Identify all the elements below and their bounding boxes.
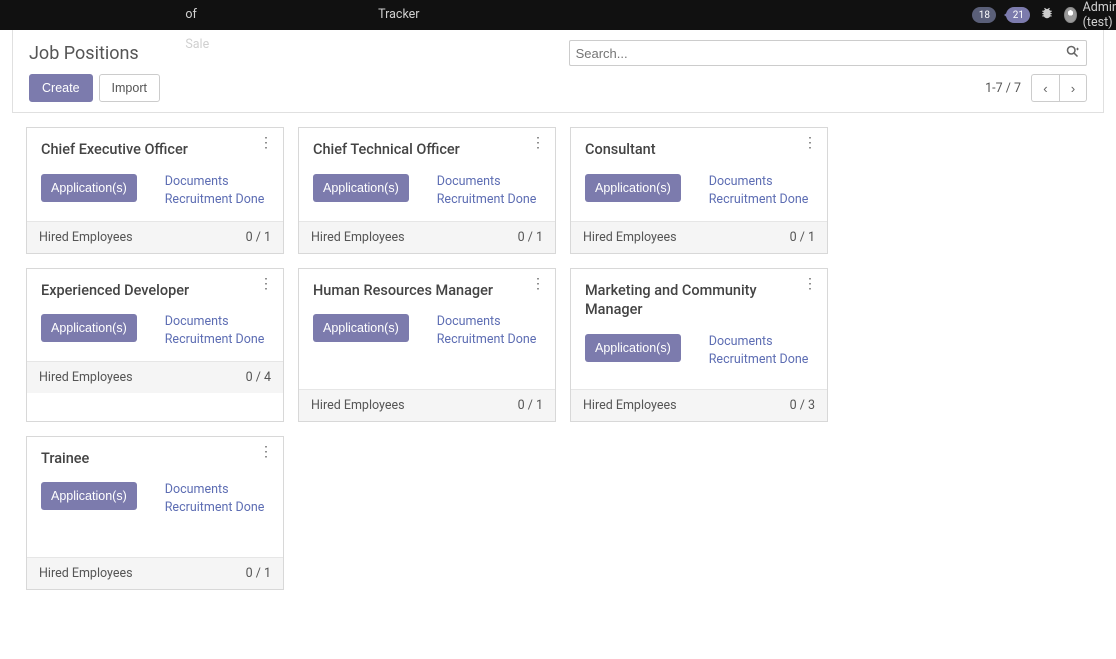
job-title: Human Resources Manager xyxy=(313,281,541,301)
documents-link[interactable]: Documents xyxy=(165,482,265,497)
chevron-left-icon: ‹ xyxy=(1043,81,1047,96)
recruitment-done-link[interactable]: Recruitment Done xyxy=(709,352,809,367)
card-more-icon[interactable]: ⋮ xyxy=(259,445,273,459)
topnav-right: 18 21 Administrator (test) xyxy=(972,0,1116,30)
card-more-icon[interactable]: ⋮ xyxy=(531,136,545,150)
job-card[interactable]: ⋮ Experienced Developer Application(s) D… xyxy=(26,268,284,422)
user-name-label: Administrator (test) xyxy=(1083,0,1116,30)
hired-employees-label: Hired Employees xyxy=(583,230,677,245)
search-input[interactable] xyxy=(576,46,1059,61)
recruitment-done-link[interactable]: Recruitment Done xyxy=(437,332,537,347)
hired-employees-count: 0 / 1 xyxy=(790,230,815,245)
applications-button[interactable]: Application(s) xyxy=(313,314,409,342)
documents-link[interactable]: Documents xyxy=(437,174,537,189)
card-more-icon[interactable]: ⋮ xyxy=(259,136,273,150)
search-icon[interactable] xyxy=(1059,44,1080,63)
hired-employees-label: Hired Employees xyxy=(39,566,133,581)
avatar-icon xyxy=(1064,7,1076,23)
nav-item-linktracker[interactable]: Link Tracker xyxy=(369,0,428,60)
recruitment-done-link[interactable]: Recruitment Done xyxy=(437,192,537,207)
recruitment-done-link[interactable]: Recruitment Done xyxy=(165,192,265,207)
hired-employees-label: Hired Employees xyxy=(39,230,133,245)
job-title: Marketing and Community Manager xyxy=(585,281,813,320)
nav-item-pos[interactable]: Point of Sale xyxy=(176,0,223,60)
card-more-icon[interactable]: ⋮ xyxy=(803,277,817,291)
nav-item-purchases[interactable]: Purchases xyxy=(223,0,300,60)
page-title: Job Positions xyxy=(29,43,139,64)
pager-prev-button[interactable]: ‹ xyxy=(1031,74,1059,102)
job-title: Trainee xyxy=(41,449,269,469)
hired-employees-count: 0 / 1 xyxy=(518,230,543,245)
job-card[interactable]: ⋮ Chief Technical Officer Application(s)… xyxy=(298,127,556,254)
user-menu[interactable]: Administrator (test) xyxy=(1064,0,1116,30)
documents-link[interactable]: Documents xyxy=(709,174,809,189)
recruitment-done-link[interactable]: Recruitment Done xyxy=(165,332,265,347)
hired-employees-label: Hired Employees xyxy=(583,398,677,413)
job-card[interactable]: ⋮ Human Resources Manager Application(s)… xyxy=(298,268,556,422)
job-title: Experienced Developer xyxy=(41,281,269,301)
notification-badge[interactable]: 18 xyxy=(972,7,996,23)
hired-employees-count: 0 / 4 xyxy=(246,370,271,385)
kanban-board: ⋮ Chief Executive Officer Application(s)… xyxy=(12,113,1104,604)
job-card[interactable]: ⋮ Consultant Application(s) Documents Re… xyxy=(570,127,828,254)
job-title: Chief Technical Officer xyxy=(313,140,541,160)
bug-icon[interactable] xyxy=(1040,6,1054,24)
job-card[interactable]: ⋮ Marketing and Community Manager Applic… xyxy=(570,268,828,422)
documents-link[interactable]: Documents xyxy=(165,174,265,189)
card-more-icon[interactable]: ⋮ xyxy=(531,277,545,291)
recruitment-done-link[interactable]: Recruitment Done xyxy=(165,500,265,515)
chat-badge[interactable]: 21 xyxy=(1006,7,1030,23)
pager-text: 1-7 / 7 xyxy=(985,81,1021,96)
applications-button[interactable]: Application(s) xyxy=(585,334,681,362)
job-title: Chief Executive Officer xyxy=(41,140,269,160)
import-button[interactable]: Import xyxy=(99,74,160,102)
documents-link[interactable]: Documents xyxy=(709,334,809,349)
nav-item-manufacturing[interactable]: Manufacturing xyxy=(429,0,528,60)
recruitment-done-link[interactable]: Recruitment Done xyxy=(709,192,809,207)
pager-next-button[interactable]: › xyxy=(1059,74,1087,102)
hired-employees-label: Hired Employees xyxy=(311,230,405,245)
card-more-icon[interactable]: ⋮ xyxy=(803,136,817,150)
hired-employees-count: 0 / 1 xyxy=(246,566,271,581)
applications-button[interactable]: Application(s) xyxy=(585,174,681,202)
applications-button[interactable]: Application(s) xyxy=(41,314,137,342)
hired-employees-count: 0 / 3 xyxy=(790,398,815,413)
applications-button[interactable]: Application(s) xyxy=(313,174,409,202)
hired-employees-label: Hired Employees xyxy=(311,398,405,413)
create-button[interactable]: Create xyxy=(29,74,93,102)
documents-link[interactable]: Documents xyxy=(165,314,265,329)
nav-item-inventory[interactable]: Inventory xyxy=(300,0,369,60)
search-box[interactable] xyxy=(569,40,1087,66)
hired-employees-label: Hired Employees xyxy=(39,370,133,385)
job-title: Consultant xyxy=(585,140,813,160)
chevron-right-icon: › xyxy=(1071,81,1075,96)
nav-item-first-letter[interactable]: s xyxy=(8,0,20,60)
applications-button[interactable]: Application(s) xyxy=(41,482,137,510)
hired-employees-count: 0 / 1 xyxy=(246,230,271,245)
job-card[interactable]: ⋮ Trainee Application(s) Documents Recru… xyxy=(26,436,284,590)
hired-employees-count: 0 / 1 xyxy=(518,398,543,413)
documents-link[interactable]: Documents xyxy=(437,314,537,329)
job-card[interactable]: ⋮ Chief Executive Officer Application(s)… xyxy=(26,127,284,254)
top-nav: s CRM Sales Website Point of Sale Purcha… xyxy=(0,0,1116,30)
card-more-icon[interactable]: ⋮ xyxy=(259,277,273,291)
applications-button[interactable]: Application(s) xyxy=(41,174,137,202)
